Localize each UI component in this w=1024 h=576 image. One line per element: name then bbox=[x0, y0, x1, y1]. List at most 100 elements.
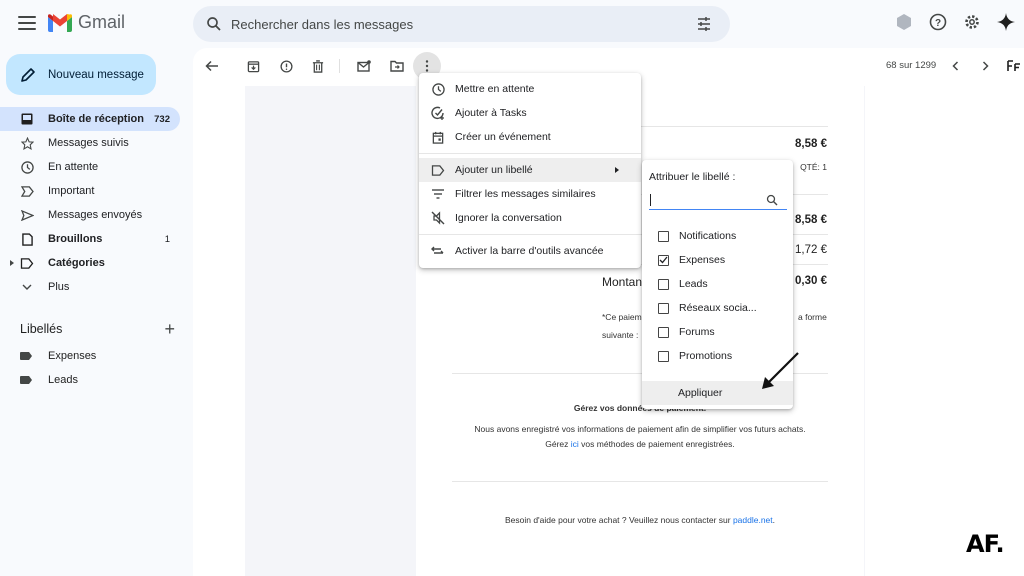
compose-label: Nouveau message bbox=[48, 68, 144, 81]
gmail-m-icon bbox=[48, 13, 72, 32]
menu-item-filter-similar[interactable]: Filtrer les messages similaires bbox=[419, 182, 641, 206]
label-option-text: Notifications bbox=[679, 230, 737, 242]
menu-item-add-to-tasks[interactable]: Ajouter à Tasks bbox=[419, 101, 641, 125]
menu-item-label: Filtrer les messages similaires bbox=[455, 188, 596, 200]
search-icon[interactable] bbox=[205, 15, 223, 33]
text: vos méthodes de paiement enregistrées. bbox=[578, 439, 735, 449]
sidebar-item-more[interactable]: Plus bbox=[0, 275, 180, 299]
sidebar-item-snoozed[interactable]: En attente bbox=[0, 155, 180, 179]
mark-unread-button[interactable] bbox=[354, 56, 374, 76]
label-option-text: Expenses bbox=[679, 254, 726, 266]
sidebar-item-label: Messages envoyés bbox=[48, 209, 143, 221]
annotation-arrow-icon bbox=[762, 352, 799, 389]
toolbar-divider bbox=[339, 59, 340, 73]
arrow-left-icon bbox=[205, 60, 218, 72]
archive-button[interactable] bbox=[243, 56, 263, 76]
label-list: Expenses Leads bbox=[0, 344, 180, 392]
checkbox[interactable] bbox=[658, 230, 669, 242]
more-options-menu: Mettre en attente Ajouter à Tasks Créer … bbox=[419, 73, 641, 268]
tax-amount: 1,72 € bbox=[795, 244, 827, 256]
total-amount: 0,30 € bbox=[795, 275, 827, 287]
menu-item-advanced-toolbar[interactable]: Activer la barre d'outils avancée bbox=[419, 239, 641, 263]
menu-item-snooze[interactable]: Mettre en attente bbox=[419, 77, 641, 101]
manage-payment-link[interactable]: ici bbox=[571, 439, 579, 449]
search-icon[interactable] bbox=[766, 194, 778, 206]
mark-unread-icon bbox=[357, 60, 371, 72]
checkbox[interactable] bbox=[658, 278, 669, 290]
sidebar-item-starred[interactable]: Messages suivis bbox=[0, 131, 180, 155]
label-option-forums[interactable]: Forums bbox=[642, 320, 793, 344]
sidebar-label-expenses[interactable]: Expenses bbox=[0, 344, 180, 368]
search-options-icon[interactable] bbox=[696, 16, 712, 32]
add-label-button[interactable]: + bbox=[164, 320, 175, 338]
app-name: Gmail bbox=[78, 12, 126, 32]
calendar-icon bbox=[431, 130, 445, 144]
input-tools-button[interactable] bbox=[1004, 56, 1024, 76]
sidebar-label-leads[interactable]: Leads bbox=[0, 368, 180, 392]
menu-divider bbox=[419, 234, 641, 235]
submenu-arrow-icon bbox=[615, 167, 619, 173]
label-name: Leads bbox=[48, 374, 78, 386]
payment-data-text: Nous avons enregistré vos informations d… bbox=[474, 424, 806, 434]
settings-button[interactable] bbox=[962, 12, 982, 32]
move-to-folder-icon bbox=[390, 60, 404, 72]
newer-button[interactable] bbox=[945, 56, 965, 76]
compose-button[interactable]: Nouveau message bbox=[6, 54, 156, 95]
main-menu-button[interactable] bbox=[18, 16, 36, 30]
gemini-button[interactable] bbox=[996, 12, 1016, 32]
input-tools-icon bbox=[1007, 60, 1020, 71]
add-task-icon bbox=[431, 106, 445, 120]
check-icon bbox=[659, 256, 668, 264]
label-option-notifications[interactable]: Notifications bbox=[642, 224, 793, 248]
search-bar[interactable]: Rechercher dans les messages bbox=[193, 6, 730, 42]
sidebar-item-sent[interactable]: Messages envoyés bbox=[0, 203, 180, 227]
menu-item-label: Créer un événement bbox=[455, 131, 551, 143]
text: . bbox=[772, 515, 776, 525]
item-price: 8,58 € bbox=[795, 138, 827, 150]
trash-icon bbox=[312, 59, 324, 73]
label-tag-icon bbox=[20, 376, 32, 384]
gmail-logo[interactable]: Gmail bbox=[48, 12, 125, 33]
menu-item-create-event[interactable]: Créer un événement bbox=[419, 125, 641, 149]
label-option-leads[interactable]: Leads bbox=[642, 272, 793, 296]
menu-item-mute[interactable]: Ignorer la conversation bbox=[419, 206, 641, 230]
chevron-right-icon bbox=[982, 61, 989, 71]
sidebar-nav: Boîte de réception 732 Messages suivis E… bbox=[0, 107, 180, 299]
status-button[interactable] bbox=[894, 12, 914, 32]
move-to-button[interactable] bbox=[387, 56, 407, 76]
gear-icon bbox=[965, 15, 979, 29]
sidebar-item-important[interactable]: Important bbox=[0, 179, 180, 203]
label-icon bbox=[431, 163, 445, 177]
filter-icon bbox=[431, 187, 445, 201]
payment-data-title: Gérez vos données de paiement. bbox=[573, 403, 707, 413]
svg-text:?: ? bbox=[935, 18, 941, 29]
search-input[interactable]: Rechercher dans les messages bbox=[231, 17, 696, 32]
checkbox-checked[interactable] bbox=[658, 254, 669, 266]
back-button[interactable] bbox=[202, 56, 222, 76]
sidebar-item-categories[interactable]: Catégories bbox=[0, 251, 180, 275]
menu-item-label: Ajouter à Tasks bbox=[455, 107, 527, 119]
chevron-left-icon bbox=[951, 61, 958, 71]
report-spam-button[interactable] bbox=[276, 56, 296, 76]
checkbox[interactable] bbox=[658, 326, 669, 338]
checkbox[interactable] bbox=[658, 302, 669, 314]
sidebar-item-label: Messages suivis bbox=[48, 137, 129, 149]
delete-button[interactable] bbox=[308, 56, 328, 76]
payment-methods-line: Gérez ici vos méthodes de paiement enreg… bbox=[416, 439, 864, 449]
swap-icon bbox=[431, 244, 445, 258]
older-button[interactable] bbox=[975, 56, 995, 76]
report-icon bbox=[279, 59, 293, 73]
sidebar-item-label: Boîte de réception bbox=[48, 113, 144, 125]
menu-item-add-label[interactable]: Ajouter un libellé bbox=[419, 158, 641, 182]
draft-icon bbox=[20, 232, 34, 246]
sidebar-item-inbox[interactable]: Boîte de réception 732 bbox=[0, 107, 180, 131]
sidebar-item-drafts[interactable]: Brouillons 1 bbox=[0, 227, 180, 251]
send-icon bbox=[20, 208, 34, 222]
expand-caret-icon[interactable] bbox=[10, 260, 14, 266]
label-options: Notifications Expenses Leads Réseaux soc… bbox=[642, 224, 793, 368]
label-option-expenses[interactable]: Expenses bbox=[642, 248, 793, 272]
checkbox[interactable] bbox=[658, 350, 669, 362]
help-button[interactable]: ? bbox=[928, 12, 948, 32]
label-option-social[interactable]: Réseaux socia... bbox=[642, 296, 793, 320]
paddle-link[interactable]: paddle.net bbox=[733, 515, 773, 525]
